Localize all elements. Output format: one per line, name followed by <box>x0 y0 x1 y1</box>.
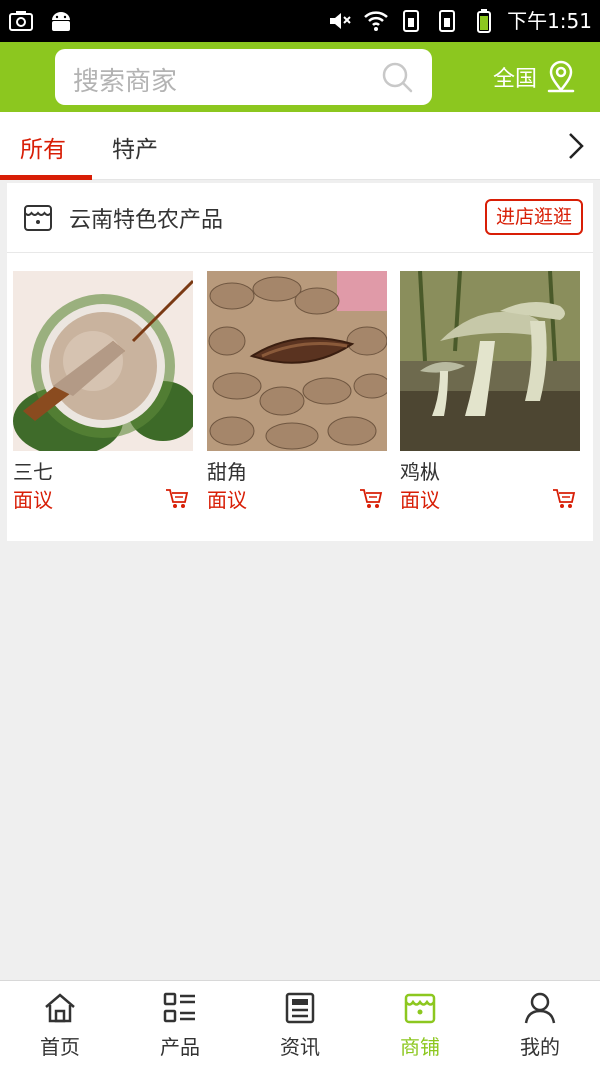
nav-stores[interactable]: 商铺 <box>360 981 480 1067</box>
nav-label: 我的 <box>520 1035 560 1059</box>
cart-icon[interactable] <box>359 488 383 510</box>
product-name: 甜角 <box>207 460 247 484</box>
region-label: 全国 <box>493 67 538 92</box>
region-selector[interactable]: 全国 <box>493 60 577 94</box>
battery-icon <box>477 9 492 33</box>
product-item[interactable]: 三七 面议 <box>13 271 193 512</box>
status-bar: 下午1:51 <box>0 0 600 42</box>
tab-specialty[interactable]: 特产 <box>112 130 158 164</box>
cart-icon[interactable] <box>165 488 189 510</box>
cart-icon[interactable] <box>552 488 576 510</box>
wifi-icon <box>364 11 388 31</box>
home-icon <box>45 993 75 1023</box>
search-icon[interactable] <box>380 60 414 94</box>
sim1-icon <box>403 10 420 32</box>
store-icon <box>404 993 436 1024</box>
screenshot-icon <box>9 11 33 31</box>
nav-label: 产品 <box>160 1035 200 1059</box>
active-tab-indicator <box>0 175 92 180</box>
product-price: 面议 <box>13 488 53 512</box>
nav-home[interactable]: 首页 <box>0 981 120 1067</box>
shop-header: 云南特色农产品 进店逛逛 <box>7 183 593 253</box>
status-time: 下午1:51 <box>507 9 592 33</box>
product-item[interactable]: 鸡枞 面议 <box>400 271 580 512</box>
product-image-jizong[interactable] <box>400 271 580 451</box>
product-name: 鸡枞 <box>400 460 440 484</box>
product-name: 三七 <box>13 460 53 484</box>
android-icon <box>52 12 70 31</box>
sim2-icon <box>439 10 456 32</box>
nav-label: 首页 <box>40 1035 80 1059</box>
search-input[interactable]: 搜索商家 <box>55 49 432 105</box>
nav-products[interactable]: 产品 <box>120 981 240 1067</box>
nav-news[interactable]: 资讯 <box>240 981 360 1067</box>
news-icon <box>285 992 315 1024</box>
shop-card: 云南特色农产品 进店逛逛 三七 面议 甜角 面议 鸡枞 面议 <box>7 183 593 541</box>
tab-all[interactable]: 所有 <box>20 130 66 164</box>
product-price: 面议 <box>207 488 247 512</box>
shop-name: 云南特色农产品 <box>69 208 224 233</box>
search-placeholder: 搜索商家 <box>73 67 178 97</box>
visit-shop-button[interactable]: 进店逛逛 <box>485 199 583 235</box>
product-price: 面议 <box>400 488 440 512</box>
nav-profile[interactable]: 我的 <box>480 981 600 1067</box>
location-pin-icon <box>547 60 575 93</box>
product-image-sanqi[interactable] <box>13 271 193 451</box>
bottom-navigation: 首页 产品 资讯 商铺 我的 <box>0 980 600 1067</box>
app-header: 搜索商家 全国 <box>0 42 600 112</box>
mute-icon <box>330 13 351 29</box>
product-image-tianjiao[interactable] <box>207 271 387 451</box>
nav-label: 资讯 <box>280 1035 320 1059</box>
chevron-right-icon[interactable] <box>564 130 588 162</box>
nav-label: 商铺 <box>400 1035 440 1059</box>
store-icon <box>24 205 52 231</box>
user-icon <box>524 992 556 1024</box>
product-item[interactable]: 甜角 面议 <box>207 271 387 512</box>
category-tabs: 所有 特产 <box>0 112 600 180</box>
product-list-icon <box>163 992 195 1023</box>
